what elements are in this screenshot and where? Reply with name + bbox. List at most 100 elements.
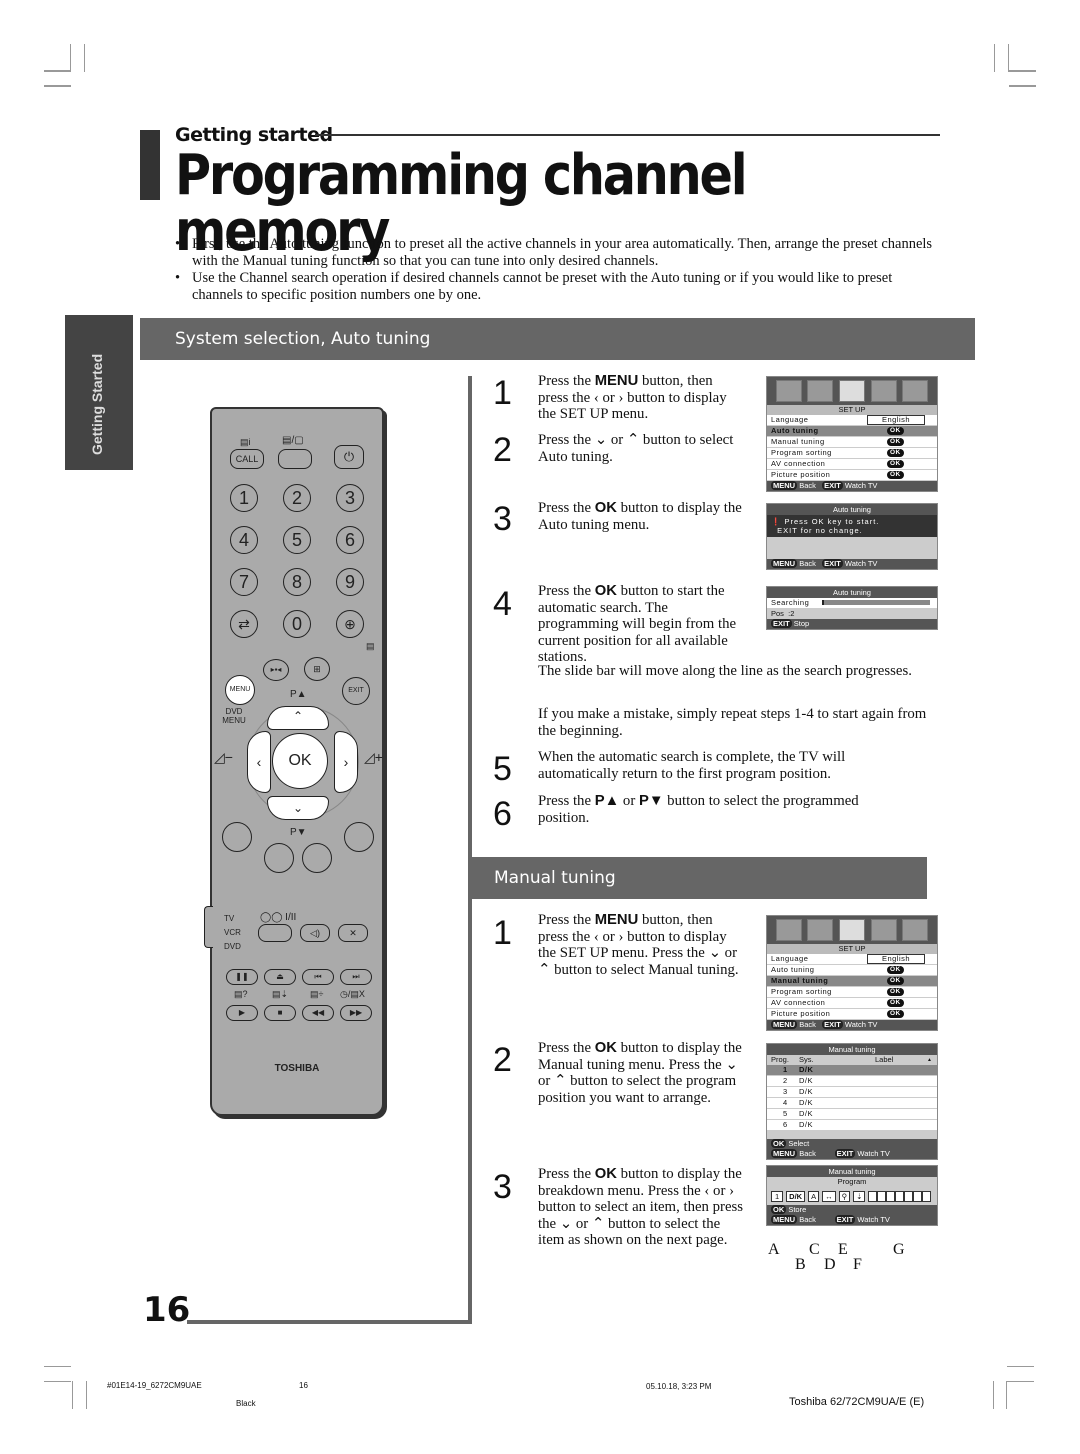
time-icon: ◷/▤X <box>340 989 365 999</box>
digit-1-button[interactable]: 1 <box>230 484 258 512</box>
divider <box>468 376 472 1324</box>
skip-back-button[interactable]: ⏮ <box>302 969 334 985</box>
picture-size-button[interactable]: ▸▪◂ <box>263 659 289 681</box>
osd-row-selected: Manual tuning OK <box>767 976 937 987</box>
step-text: When the automatic search is complete, t… <box>538 749 846 782</box>
osd-title: Auto tuning <box>767 587 937 598</box>
menu-button[interactable]: MENU <box>225 675 255 705</box>
osd-row: Auto tuning OK <box>767 965 937 976</box>
osd-row: Searching <box>767 598 937 609</box>
osd-footer: EXIT Stop <box>767 619 937 629</box>
crop-mark <box>1006 1381 1007 1409</box>
osd-row: AV connection OK <box>767 998 937 1009</box>
digit-3-button[interactable]: 3 <box>336 484 364 512</box>
crop-mark <box>44 1366 71 1367</box>
digit-0-button[interactable]: 0 <box>283 610 311 638</box>
timer-icon <box>870 919 897 941</box>
osd-row: Picture position OK <box>767 470 937 481</box>
red-button[interactable] <box>222 822 252 852</box>
eject-button[interactable]: ⏏ <box>264 969 296 985</box>
osd-row: 5 D/K <box>767 1109 937 1120</box>
osd-row: Pos :2 <box>771 609 795 618</box>
section-heading-auto-tuning: System selection, Auto tuning <box>140 318 975 360</box>
intro-list: First, use the Auto tuning function to p… <box>175 236 945 304</box>
crop-mark <box>86 1381 87 1409</box>
digit-4-button[interactable]: 4 <box>230 526 258 554</box>
search-progress-bar <box>822 600 930 605</box>
osd-manual-tuning-list: Manual tuning Prog. Sys. Label ▲ 1 D/K 2 D/… <box>766 1043 938 1160</box>
wide-button[interactable]: ⊞ <box>304 657 330 681</box>
crop-mark <box>44 70 71 72</box>
source-switch[interactable] <box>204 906 213 948</box>
green-button[interactable] <box>264 843 294 873</box>
osd-setup-menu-auto: SET UP Language English Auto tuning OK Man… <box>766 376 938 492</box>
crop-mark <box>44 1381 71 1382</box>
ok-button[interactable]: OK <box>272 733 328 789</box>
picture-icon <box>775 919 802 941</box>
fine-tune-icon: ↔ <box>822 1190 836 1202</box>
yellow-button[interactable] <box>302 843 332 873</box>
teletext-button[interactable] <box>278 449 312 469</box>
osd-row: Program sorting OK <box>767 448 937 459</box>
brand-logo: TOSHIBA <box>274 1063 320 1074</box>
osd-row: Picture position OK <box>767 1009 937 1020</box>
size-icon: ▤÷ <box>310 989 324 999</box>
osd-row-selected: 1 D/K <box>767 1065 937 1076</box>
digit-7-button[interactable]: 7 <box>230 568 258 596</box>
mute-button[interactable]: ✕ <box>338 924 368 942</box>
osd-subtitle: Program <box>767 1177 937 1187</box>
input-button[interactable]: ⊕ <box>336 610 364 638</box>
osd-footer: OK Store MENU Back EXIT Watch TV <box>767 1205 937 1225</box>
timestamp: 05.10.18, 3:23 PM <box>646 1382 712 1391</box>
function-icon <box>902 919 929 941</box>
digit-6-button[interactable]: 6 <box>336 526 364 554</box>
stop-button[interactable]: ■ <box>264 1005 296 1021</box>
osd-auto-tuning-prompt: Auto tuning ❗ Press OK key to start. EXI… <box>766 503 938 570</box>
up-button[interactable]: ⌃ <box>267 706 329 730</box>
step-number: 6 <box>493 795 512 833</box>
model-label: Toshiba 62/72CM9UA/E (E) <box>789 1396 925 1408</box>
reveal-icon: ▤? <box>234 989 248 999</box>
callout-e: E <box>838 1241 848 1258</box>
digit-8-button[interactable]: 8 <box>283 568 311 596</box>
dvd-menu-label: DVD MENU <box>222 707 246 725</box>
hold-icon: ▤⇣ <box>272 989 289 999</box>
audio-button[interactable] <box>258 924 292 942</box>
return-button[interactable]: ⇄ <box>230 610 258 638</box>
volume-down-icon: ◿− <box>214 749 233 765</box>
step-text: Press the MENU button, then press the ‹ … <box>538 912 739 978</box>
osd-auto-tuning-search: Auto tuning Searching Pos :2 EXIT Stop <box>766 586 938 630</box>
left-button[interactable]: ‹ <box>247 731 271 793</box>
blue-button[interactable] <box>344 822 374 852</box>
skip-icon: ⇣ <box>853 1190 866 1202</box>
fast-forward-button[interactable]: ▶▶ <box>340 1005 372 1021</box>
switch-dvd-label: DVD <box>224 942 241 951</box>
setup-icon <box>838 380 865 402</box>
play-button[interactable]: ▶ <box>226 1005 258 1021</box>
timer-icon <box>870 380 897 402</box>
skip-forward-button[interactable]: ⏭ <box>340 969 372 985</box>
crop-mark <box>994 44 995 72</box>
side-tab-label: Getting Started <box>89 353 105 455</box>
pause-button[interactable]: ❚❚ <box>226 969 258 985</box>
step-number: 5 <box>493 750 512 788</box>
sound-mode-button[interactable]: ◁) <box>300 924 330 942</box>
exit-button[interactable]: EXIT <box>342 677 370 705</box>
title-bar-accent <box>140 130 160 200</box>
crop-mark <box>44 85 71 87</box>
rewind-button[interactable]: ◀◀ <box>302 1005 334 1021</box>
crop-mark <box>1007 1381 1034 1382</box>
search-icon: ⚲ <box>838 1190 851 1202</box>
callout-g: G <box>893 1241 905 1258</box>
step-number: 2 <box>493 431 512 469</box>
digit-2-button[interactable]: 2 <box>283 484 311 512</box>
digit-9-button[interactable]: 9 <box>336 568 364 596</box>
digit-5-button[interactable]: 5 <box>283 526 311 554</box>
osd-setup-menu-manual: SET UP Language English Auto tuning OK Man… <box>766 915 938 1031</box>
call-button[interactable]: CALL <box>230 449 264 469</box>
down-button[interactable]: ⌄ <box>267 796 329 820</box>
right-button[interactable]: › <box>334 731 358 793</box>
section-rule <box>315 134 940 136</box>
power-button[interactable]: ⏻ <box>334 445 364 469</box>
step-number: 1 <box>493 914 512 952</box>
